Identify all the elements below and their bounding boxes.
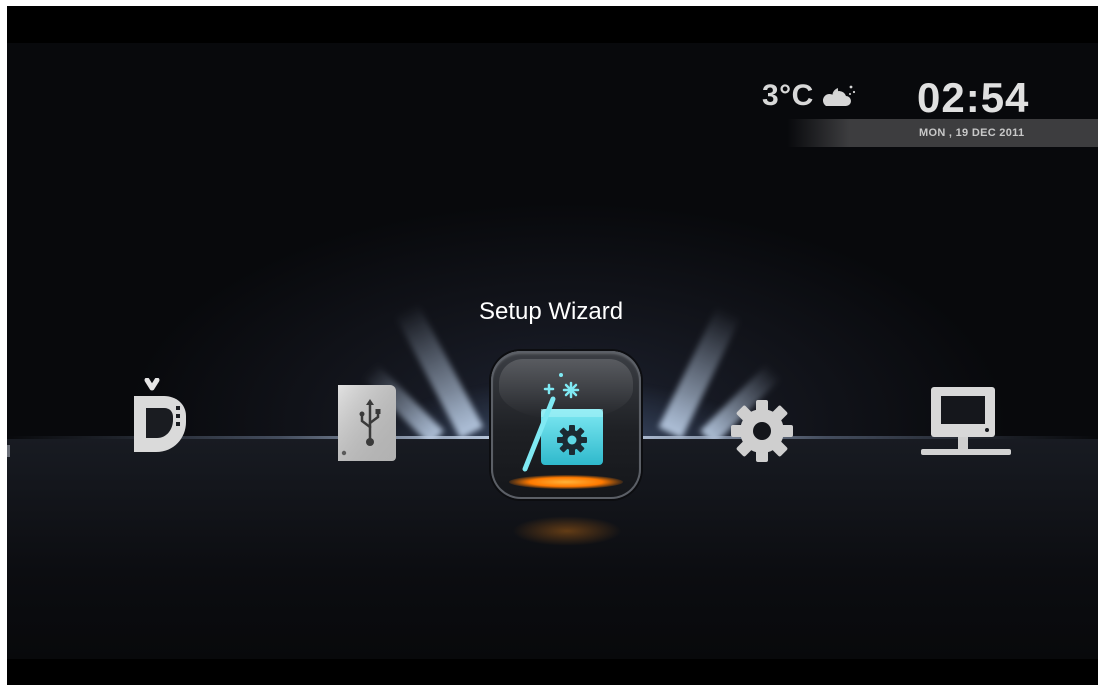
menu-item-usb[interactable] [334,383,400,463]
usb-storage-icon [338,385,396,461]
tv-screen: 3°C 02:54 MON , 19 DEC 2011 Setup Wizard [7,6,1098,685]
network-computer-icon [921,387,1011,455]
scroll-edge-marker [7,445,10,457]
partly-cloudy-night-icon [822,85,855,106]
menu-item-dlna[interactable] [132,378,190,460]
selected-item-label: Setup Wizard [479,298,624,325]
clock-time: 02:54 [917,74,1030,121]
clock-date: MON , 19 DEC 2011 [919,127,1025,139]
temperature: 3°C [762,79,814,112]
dlna-tv-icon [134,378,186,452]
weather-widget: 3°C [762,79,856,113]
menu-item-settings[interactable] [729,398,795,464]
letterbox-bottom [7,659,1098,685]
selection-glow [509,475,623,489]
letterbox-top [7,6,1098,43]
selection-reflection [512,516,622,546]
menu-item-network[interactable] [921,385,1011,463]
settings-gear-icon [731,400,793,462]
menu-item-setup-wizard[interactable] [491,351,641,499]
